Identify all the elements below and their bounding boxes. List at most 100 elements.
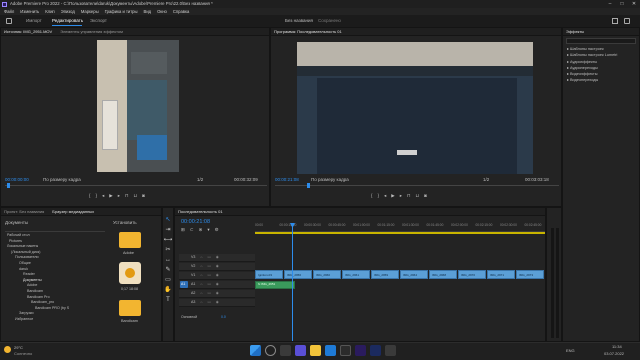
- video-clip[interactable]: IMG_2964: [400, 270, 428, 279]
- tree-item[interactable]: Общие: [5, 261, 105, 266]
- tree-item[interactable]: Bandicam PRO (by S: [5, 306, 105, 311]
- mix-value[interactable]: 0.0: [221, 315, 226, 320]
- tree-item[interactable]: daruk: [5, 267, 105, 272]
- type-icon[interactable]: T: [165, 296, 172, 303]
- teams-icon[interactable]: [295, 345, 306, 356]
- tree-item[interactable]: Bandicam Pro: [5, 295, 105, 300]
- tab-source[interactable]: Источник: IMG_2951.MOV: [4, 29, 52, 34]
- home-icon[interactable]: [6, 18, 12, 24]
- mark-in-icon[interactable]: {: [89, 193, 91, 199]
- media-filter[interactable]: Установить: [113, 220, 137, 226]
- play-icon[interactable]: ▶: [109, 193, 112, 199]
- audio-clip[interactable]: fx IMG_2951: [255, 281, 295, 289]
- program-fit-select[interactable]: По размеру кадра: [311, 177, 349, 183]
- start-icon[interactable]: [250, 345, 261, 356]
- mark-in-icon[interactable]: {: [371, 193, 373, 199]
- app-icon[interactable]: [385, 345, 396, 356]
- video-clip[interactable]: IMG_2956: [284, 270, 312, 279]
- tab-effects[interactable]: Эффекты: [566, 29, 584, 34]
- menu-sequence[interactable]: Эпизод: [61, 9, 75, 14]
- track-select-icon[interactable]: ⇥: [165, 226, 172, 233]
- close-icon[interactable]: ✕: [628, 0, 640, 8]
- video-clip[interactable]: IMG_2959: [371, 270, 399, 279]
- video-clip[interactable]: IMG_2971: [487, 270, 515, 279]
- mark-out-icon[interactable]: }: [378, 193, 380, 199]
- menu-window[interactable]: Окно: [157, 9, 167, 14]
- tab-effect-controls[interactable]: Элементы управления эффектом: [60, 29, 123, 34]
- lock-icon[interactable]: ⌂: [200, 264, 202, 268]
- eye-icon[interactable]: ◉: [216, 291, 219, 295]
- wrench-icon[interactable]: ⚙: [215, 227, 219, 233]
- effects-item[interactable]: ▸ Шаблоны настроек Lumetri: [567, 53, 617, 58]
- tree-item[interactable]: Пользователи: [5, 256, 105, 260]
- step-forward-icon[interactable]: ▸: [118, 193, 120, 199]
- sync-icon[interactable]: ▭: [207, 282, 210, 286]
- eye-icon[interactable]: ◉: [216, 282, 219, 286]
- program-scrubber[interactable]: [275, 185, 559, 186]
- clock-date[interactable]: 03.07.2022: [604, 352, 624, 356]
- tree-item[interactable]: Reader: [5, 273, 105, 277]
- program-playhead[interactable]: [307, 183, 310, 188]
- razor-icon[interactable]: ✂: [165, 246, 172, 253]
- step-forward-icon[interactable]: ▸: [400, 193, 402, 199]
- snap-icon[interactable]: ⊂: [190, 227, 194, 233]
- tree-item[interactable]: Pictures: [5, 239, 105, 244]
- track-header-a3[interactable]: A3 ⌂ ▭ ◉: [179, 299, 255, 307]
- sync-icon[interactable]: ▭: [207, 291, 210, 295]
- tree-item[interactable]: Загрузки: [5, 312, 105, 316]
- tab-import[interactable]: Импорт: [26, 18, 42, 24]
- rectangle-icon[interactable]: ▭: [165, 276, 172, 283]
- tree-item[interactable]: Локальные пакеты: [5, 245, 105, 249]
- hand-icon[interactable]: ✋: [164, 286, 171, 293]
- folder-icon[interactable]: [119, 300, 141, 316]
- minimize-icon[interactable]: –: [604, 0, 616, 8]
- tab-sequence[interactable]: Последовательность 01: [178, 209, 223, 214]
- sync-icon[interactable]: ▭: [207, 255, 210, 259]
- maximize-icon[interactable]: □: [616, 0, 628, 8]
- source-scrubber[interactable]: [5, 185, 267, 186]
- clock-time[interactable]: 11:34: [612, 345, 622, 349]
- sync-icon[interactable]: ▭: [207, 300, 210, 304]
- language-indicator[interactable]: ENG: [566, 349, 575, 353]
- quick-export-icon[interactable]: [612, 18, 618, 24]
- effects-item[interactable]: ▸ Видеоэффекты: [567, 72, 617, 77]
- effects-item[interactable]: ▸ Аудиоэффекты: [567, 60, 617, 65]
- track-header-a2[interactable]: A2 ⌂ ▭ ◉: [179, 290, 255, 298]
- step-back-icon[interactable]: ◂: [102, 193, 104, 199]
- sync-icon[interactable]: ▭: [207, 264, 210, 268]
- camera-icon[interactable]: ◙: [424, 193, 427, 199]
- photoshop-icon[interactable]: [370, 345, 381, 356]
- effects-search-input[interactable]: [566, 38, 636, 44]
- ripple-edit-icon[interactable]: ⟷: [164, 236, 173, 243]
- video-clip[interactable]: IMG_2960: [313, 270, 341, 279]
- linked-icon[interactable]: ⊗: [199, 227, 203, 233]
- premiere-icon[interactable]: [355, 345, 366, 356]
- lift-icon[interactable]: ⊓: [407, 193, 411, 199]
- slip-icon[interactable]: ↔: [165, 256, 172, 263]
- insert-icon[interactable]: ⊓: [125, 193, 129, 199]
- marker-icon[interactable]: ▾: [207, 227, 209, 233]
- menu-graphics[interactable]: Графика и титры: [105, 9, 138, 14]
- eye-icon[interactable]: ◉: [216, 273, 219, 277]
- lock-icon[interactable]: ⌂: [200, 300, 202, 304]
- timeline-playhead[interactable]: [292, 223, 293, 341]
- extract-icon[interactable]: ⊔: [416, 193, 420, 199]
- tree-item[interactable]: Избранное: [5, 317, 105, 322]
- tree-item[interactable]: Рабочий стол: [5, 233, 105, 238]
- menu-file[interactable]: Файл: [4, 9, 14, 14]
- lock-icon[interactable]: ⌂: [200, 273, 202, 277]
- tab-media-browser[interactable]: Браузер медиаданных: [52, 209, 94, 214]
- drive-select[interactable]: Документы: [5, 220, 28, 226]
- eye-icon[interactable]: ◉: [216, 255, 219, 259]
- effects-item[interactable]: ▸ Шаблоны настроек: [567, 47, 617, 52]
- tree-item[interactable]: Bandicam_pro: [5, 301, 105, 305]
- menu-help[interactable]: Справка: [173, 9, 189, 14]
- bandicam-icon[interactable]: [119, 262, 141, 284]
- explorer-icon[interactable]: [310, 345, 321, 356]
- work-area-bar[interactable]: [255, 232, 545, 234]
- edge-icon[interactable]: [325, 345, 336, 356]
- track-header-v2[interactable]: V2 ⌂ ▭ ◉: [179, 263, 255, 271]
- nest-icon[interactable]: ⊞: [181, 227, 185, 233]
- search-icon[interactable]: [265, 345, 276, 356]
- time-ruler[interactable]: 00:00 00:00:15:00 00:00:30:00 00:00:45:00 00…: [255, 223, 545, 232]
